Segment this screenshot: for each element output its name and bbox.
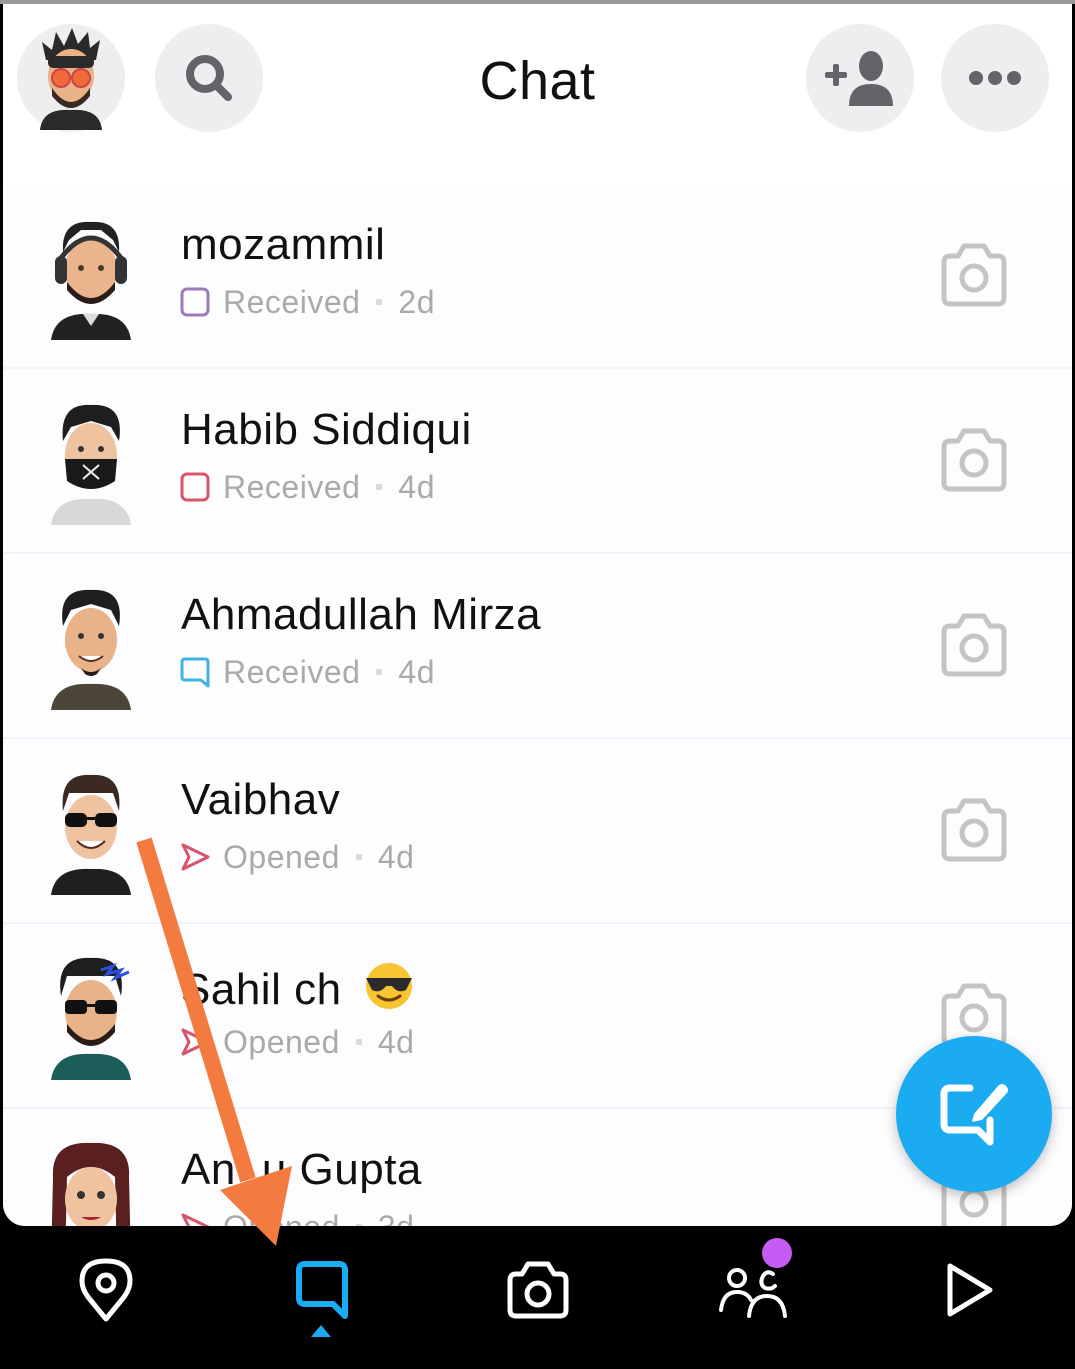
- friend-avatar: [51, 589, 131, 710]
- separator-dot: [355, 1039, 362, 1045]
- notification-badge: [762, 1238, 792, 1268]
- chat-name-fragment: u Gupta: [261, 1145, 422, 1194]
- status-label: Received: [223, 653, 361, 690]
- sunglasses-emoji-icon: [366, 963, 413, 1009]
- chat-name: Habib Siddiqui: [181, 405, 472, 454]
- nav-camera[interactable]: [498, 1250, 578, 1330]
- chat-name: Sahil ch: [181, 960, 416, 1015]
- separator-dot: [376, 299, 383, 305]
- chat-status: Received 4d: [179, 652, 435, 692]
- chat-status: Opened 4d: [179, 837, 414, 877]
- chat-status: Opened 3d: [179, 1207, 414, 1226]
- map-pin-icon: [79, 1258, 133, 1322]
- status-label: Received: [223, 283, 361, 320]
- chat-name: Ahmadullah Mirza: [181, 590, 542, 639]
- received-snap-icon: [180, 472, 210, 502]
- bottom-nav: [0, 1226, 1075, 1369]
- opened-snap-icon: [181, 1028, 210, 1056]
- status-label: Received: [223, 468, 361, 505]
- status-label: Opened: [223, 1209, 340, 1227]
- nav-stories[interactable]: [930, 1250, 1010, 1330]
- friend-avatar: [51, 774, 131, 895]
- chat-icon: [296, 1261, 348, 1319]
- opened-snap-icon: [181, 1213, 210, 1226]
- chat-status: Received 4d: [179, 467, 435, 507]
- chat-name: Vaibhav: [181, 775, 341, 824]
- status-time: 4d: [377, 838, 415, 875]
- chat-name-text: Sahil ch: [181, 965, 342, 1014]
- chat-name: mozammil: [181, 220, 386, 269]
- play-icon: [947, 1263, 993, 1317]
- separator-dot: [355, 854, 362, 860]
- chat-row[interactable]: Ahmadullah Mirza Received 4d: [3, 554, 1072, 739]
- chat-name-fragment: An: [181, 1145, 236, 1194]
- more-icon: [969, 71, 1021, 85]
- separator-dot: [376, 484, 383, 490]
- friend-avatar: [51, 1142, 131, 1226]
- friend-avatar: [51, 957, 131, 1080]
- chat-name: An u Gupta: [181, 1145, 422, 1195]
- chat-screen: Chat mozammil Received 2d Habib Siddiqui…: [3, 4, 1072, 1226]
- status-label: Opened: [223, 1023, 340, 1060]
- new-chat-button[interactable]: [896, 1036, 1052, 1192]
- separator-dot: [376, 669, 383, 675]
- chat-row[interactable]: Habib Siddiqui Received 4d: [3, 369, 1072, 554]
- friend-avatar: [51, 221, 131, 340]
- nav-chat[interactable]: [282, 1250, 362, 1330]
- new-chat-icon: [940, 1084, 1008, 1146]
- status-time: 4d: [398, 468, 435, 505]
- chat-row[interactable]: mozammil Received 2d: [3, 184, 1072, 369]
- add-friend-button[interactable]: [806, 24, 914, 132]
- friend-avatar: [51, 404, 131, 525]
- status-time: 4d: [398, 653, 435, 690]
- active-tab-indicator: [311, 1325, 331, 1337]
- camera-reply-icon[interactable]: [936, 795, 1012, 865]
- status-time: 3d: [378, 1209, 415, 1227]
- received-chat-icon: [180, 657, 210, 688]
- friends-icon: [719, 1268, 787, 1318]
- opened-snap-icon: [181, 843, 210, 871]
- status-time: 2d: [398, 283, 435, 320]
- chat-row[interactable]: Vaibhav Opened 4d: [3, 739, 1072, 924]
- more-button[interactable]: [941, 24, 1049, 132]
- add-friend-icon: [825, 51, 893, 106]
- nav-map[interactable]: [66, 1250, 146, 1330]
- received-snap-icon: [180, 287, 210, 317]
- camera-reply-icon[interactable]: [936, 425, 1012, 495]
- camera-reply-icon[interactable]: [936, 610, 1012, 680]
- status-label: Opened: [223, 838, 340, 875]
- camera-icon: [507, 1261, 569, 1319]
- chat-status: Opened 4d: [179, 1022, 414, 1062]
- header: Chat: [3, 4, 1072, 164]
- chat-status: Received 2d: [179, 282, 435, 322]
- status-time: 4d: [377, 1023, 415, 1060]
- camera-reply-icon[interactable]: [936, 240, 1012, 310]
